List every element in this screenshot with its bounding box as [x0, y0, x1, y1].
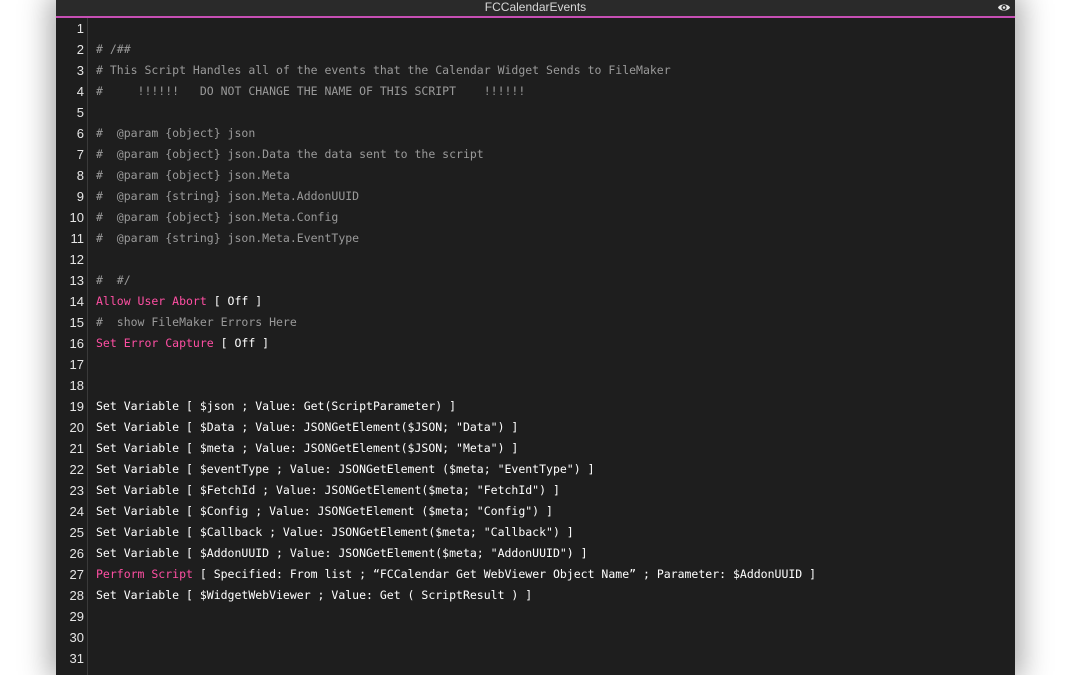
line-number: 1 [76, 21, 84, 36]
line-number: 26 [69, 546, 84, 561]
script-step[interactable]: # @param {string} json.Meta.AddonUUID [96, 186, 359, 207]
script-step[interactable]: # This Script Handles all of the events … [96, 60, 671, 81]
line-number: 13 [69, 273, 84, 288]
script-line[interactable]: 16 Set Error Capture [ Off ] [56, 333, 1015, 354]
line-number: 23 [69, 483, 84, 498]
line-number: 15 [69, 315, 84, 330]
step-options: [ Off ] [213, 336, 270, 350]
script-line[interactable]: 30 [56, 627, 1015, 648]
script-step[interactable]: Set Variable [ $meta ; Value: JSONGetEle… [96, 438, 518, 459]
script-line[interactable]: 22 Set Variable [ $eventType ; Value: JSO… [56, 459, 1015, 480]
script-line[interactable]: 20 Set Variable [ $Data ; Value: JSONGetE… [56, 417, 1015, 438]
script-step[interactable]: # show FileMaker Errors Here [96, 312, 297, 333]
window-title: FCCalendarEvents [484, 0, 587, 14]
line-number: 28 [69, 588, 84, 603]
line-number: 12 [69, 252, 84, 267]
script-line[interactable]: 9 # @param {string} json.Meta.AddonUUID [56, 186, 1015, 207]
script-line[interactable]: 27 Perform Script [ Specified: From list … [56, 564, 1015, 585]
line-number: 21 [69, 441, 84, 456]
script-line[interactable]: 8 # @param {object} json.Meta [56, 165, 1015, 186]
script-line[interactable]: 24 Set Variable [ $Config ; Value: JSONGe… [56, 501, 1015, 522]
script-step[interactable]: Set Error Capture [ Off ] [96, 333, 269, 354]
title-bar: FCCalendarEvents [56, 0, 1015, 18]
script-line[interactable]: 11 # @param {string} json.Meta.EventType [56, 228, 1015, 249]
script-step[interactable]: Set Variable [ $eventType ; Value: JSONG… [96, 459, 595, 480]
line-number: 10 [69, 210, 84, 225]
line-number: 18 [69, 378, 84, 393]
step-keyword: Allow User Abort [96, 294, 207, 308]
script-step[interactable]: Set Variable [ $Config ; Value: JSONGetE… [96, 501, 553, 522]
script-line[interactable]: 7 # @param {object} json.Data the data se… [56, 144, 1015, 165]
script-step[interactable]: Allow User Abort [ Off ] [96, 291, 262, 312]
script-line[interactable]: 23 Set Variable [ $FetchId ; Value: JSONG… [56, 480, 1015, 501]
script-step[interactable]: # @param {object} json.Meta.Config [96, 207, 338, 228]
script-editor-window: FCCalendarEvents 1 2 # /## 3 # This Script H… [56, 0, 1015, 675]
line-number: 17 [69, 357, 84, 372]
line-number: 24 [69, 504, 84, 519]
line-number: 27 [69, 567, 84, 582]
script-line[interactable]: 18 [56, 375, 1015, 396]
step-options: [ Specified: From list ; “FCCalendar Get… [192, 567, 817, 581]
script-line[interactable]: 26 Set Variable [ $AddonUUID ; Value: JSO… [56, 543, 1015, 564]
script-line[interactable]: 29 [56, 606, 1015, 627]
step-keyword: Perform Script [96, 567, 193, 581]
line-number: 30 [69, 630, 84, 645]
script-line[interactable]: 12 [56, 249, 1015, 270]
script-line[interactable]: 2 # /## [56, 39, 1015, 60]
script-line[interactable]: 25 Set Variable [ $Callback ; Value: JSON… [56, 522, 1015, 543]
script-line[interactable]: 5 [56, 102, 1015, 123]
script-line[interactable]: 1 [56, 18, 1015, 39]
script-line[interactable]: 14 Allow User Abort [ Off ] [56, 291, 1015, 312]
line-number: 5 [76, 105, 84, 120]
script-step[interactable]: Set Variable [ $WidgetWebViewer ; Value:… [96, 585, 532, 606]
line-number: 16 [69, 336, 84, 351]
script-step[interactable]: Set Variable [ $json ; Value: Get(Script… [96, 396, 456, 417]
script-line[interactable]: 28 Set Variable [ $WidgetWebViewer ; Valu… [56, 585, 1015, 606]
line-number: 22 [69, 462, 84, 477]
script-step[interactable]: Perform Script [ Specified: From list ; … [96, 564, 816, 585]
script-step[interactable]: # @param {object} json.Meta [96, 165, 290, 186]
script-line[interactable]: 10 # @param {object} json.Meta.Config [56, 207, 1015, 228]
script-line[interactable]: 31 [56, 648, 1015, 669]
line-number: 2 [76, 42, 84, 57]
line-number: 4 [76, 84, 84, 99]
line-number: 3 [76, 63, 84, 78]
script-step[interactable]: Set Variable [ $FetchId ; Value: JSONGet… [96, 480, 560, 501]
line-number: 31 [69, 651, 84, 666]
script-editor[interactable]: 1 2 # /## 3 # This Script Handles all of the… [56, 18, 1015, 675]
script-step[interactable]: # !!!!!! DO NOT CHANGE THE NAME OF THIS … [96, 81, 525, 102]
script-step[interactable]: Set Variable [ $Data ; Value: JSONGetEle… [96, 417, 518, 438]
line-number: 20 [69, 420, 84, 435]
script-line[interactable]: 13 # #/ [56, 270, 1015, 291]
line-number: 14 [69, 294, 84, 309]
step-keyword: Set Error Capture [96, 336, 214, 350]
line-number: 7 [76, 147, 84, 162]
eye-icon[interactable] [997, 1, 1011, 14]
script-step[interactable]: # @param {object} json [96, 123, 255, 144]
script-step[interactable]: # @param {string} json.Meta.EventType [96, 228, 359, 249]
script-line[interactable]: 15 # show FileMaker Errors Here [56, 312, 1015, 333]
script-line[interactable]: 4 # !!!!!! DO NOT CHANGE THE NAME OF THIS… [56, 81, 1015, 102]
script-line[interactable]: 6 # @param {object} json [56, 123, 1015, 144]
line-number: 8 [76, 168, 84, 183]
step-options: [ Off ] [206, 294, 263, 308]
script-step[interactable]: # @param {object} json.Data the data sen… [96, 144, 484, 165]
line-number: 6 [76, 126, 84, 141]
script-line[interactable]: 21 Set Variable [ $meta ; Value: JSONGetE… [56, 438, 1015, 459]
line-number: 19 [69, 399, 84, 414]
script-step[interactable]: # /## [96, 39, 131, 60]
script-line[interactable]: 19 Set Variable [ $json ; Value: Get(Scri… [56, 396, 1015, 417]
script-line[interactable]: 17 [56, 354, 1015, 375]
line-number: 25 [69, 525, 84, 540]
script-step[interactable]: # #/ [96, 270, 131, 291]
script-step[interactable]: Set Variable [ $Callback ; Value: JSONGe… [96, 522, 574, 543]
script-step[interactable]: Set Variable [ $AddonUUID ; Value: JSONG… [96, 543, 588, 564]
line-number: 11 [70, 231, 85, 246]
script-line[interactable]: 3 # This Script Handles all of the events… [56, 60, 1015, 81]
line-number: 9 [76, 189, 84, 204]
line-number: 29 [69, 609, 84, 624]
